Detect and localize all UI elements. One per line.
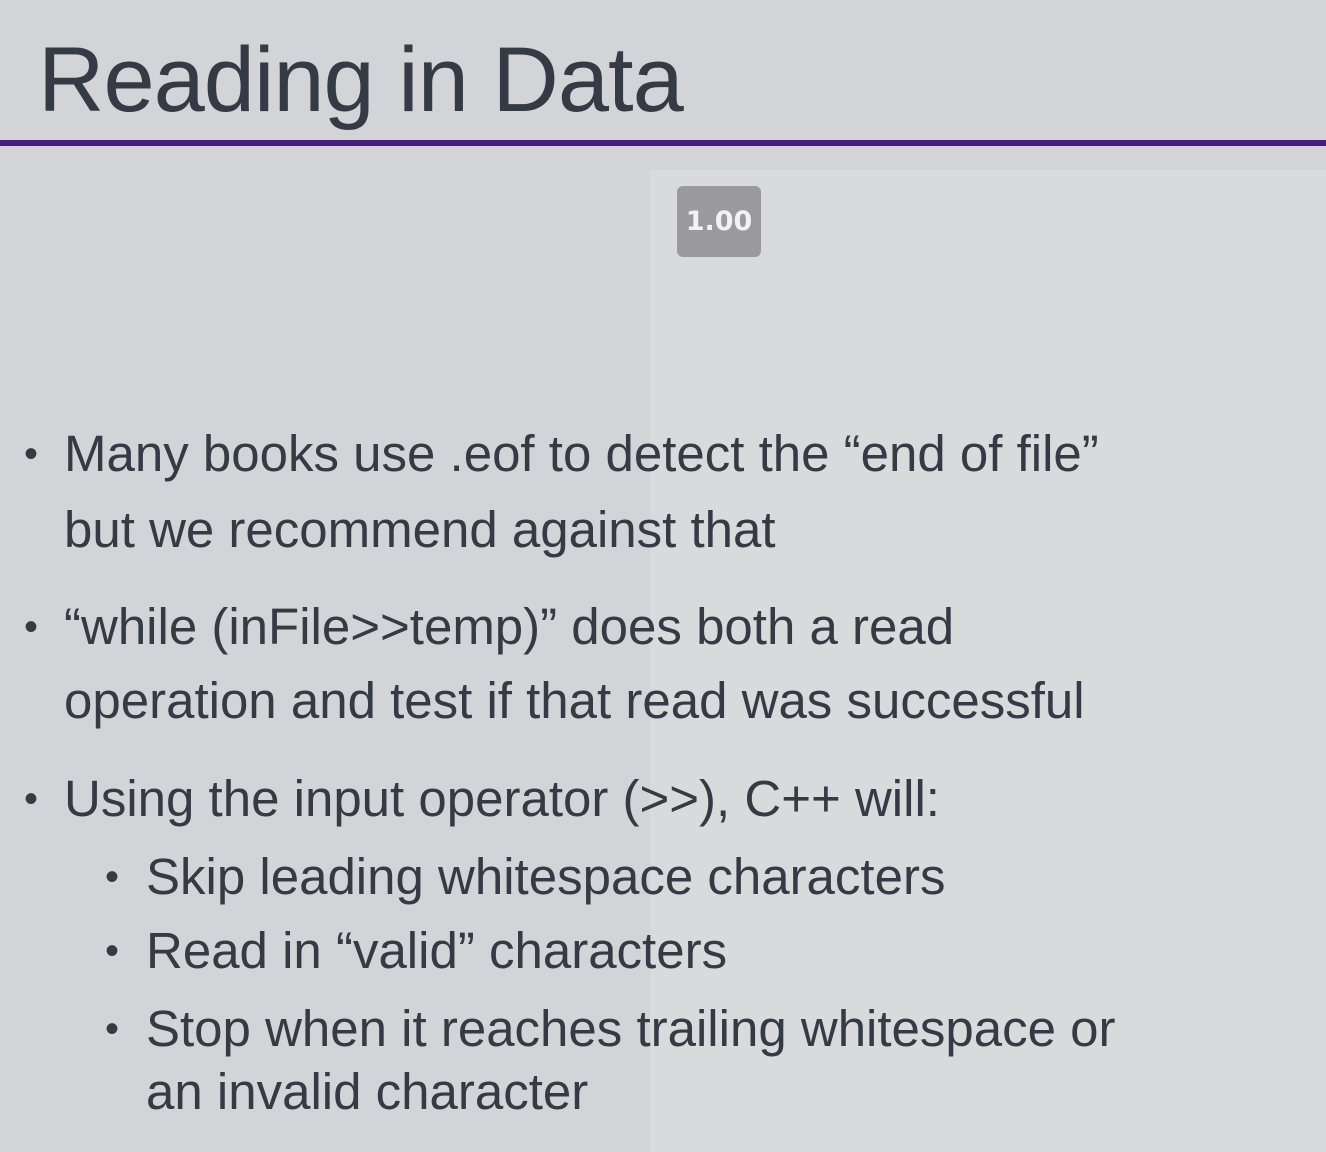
bullet-3-line-1: Using the input operator (>>), C++ will: xyxy=(64,770,940,827)
bullet-1-line-1: Many books use .eof to detect the “end o… xyxy=(64,425,1099,482)
bullet-marker: • xyxy=(24,605,39,649)
bullet-2-line-2: operation and test if that read was succ… xyxy=(64,672,1085,729)
sub-bullet-1-line-1: Skip leading whitespace characters xyxy=(146,848,946,905)
bullet-2-line-1: “while (inFile>>temp)” does both a read xyxy=(64,598,955,655)
bullet-1-line-2: but we recommend against that xyxy=(64,501,776,558)
sub-bullet-3-line-1: Stop when it reaches trailing whitespace… xyxy=(146,1000,1116,1057)
sub-bullet-marker: • xyxy=(105,1007,120,1051)
bullet-list: • Many books use .eof to detect the “end… xyxy=(0,0,1326,1152)
sub-bullet-3-line-2: an invalid character xyxy=(146,1063,589,1120)
bullet-marker: • xyxy=(24,777,39,821)
bullet-marker: • xyxy=(24,432,39,476)
sub-bullet-2-line-1: Read in “valid” characters xyxy=(146,922,728,979)
sub-bullet-marker: • xyxy=(105,929,120,973)
sub-bullet-marker: • xyxy=(105,855,120,899)
